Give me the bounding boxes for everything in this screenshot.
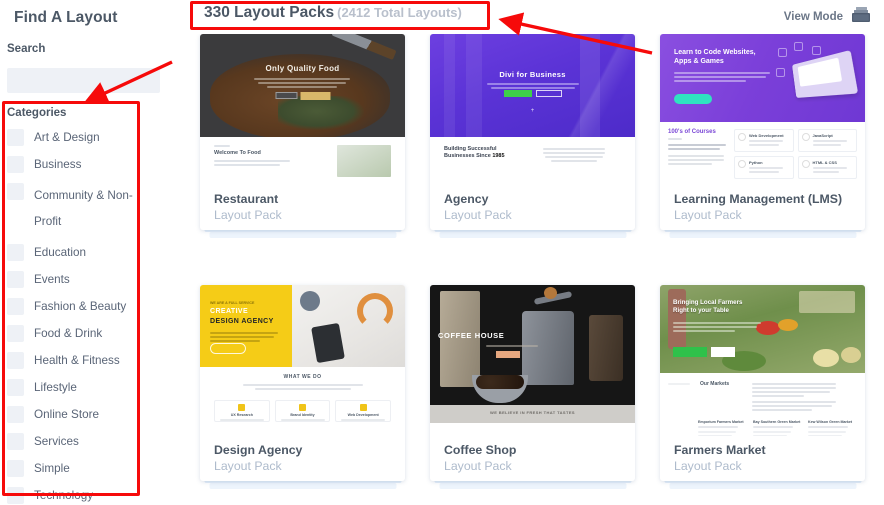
checkbox-fashion-beauty[interactable] xyxy=(7,298,24,315)
card-stack-layer xyxy=(209,232,396,238)
card-title: Agency xyxy=(444,192,489,206)
layout-pack-card-agency[interactable]: Divi for Business + Building Successful … xyxy=(430,34,635,242)
category-item-food-drink[interactable]: Food & Drink xyxy=(7,325,187,343)
checkbox-business[interactable] xyxy=(7,156,24,173)
category-label: Services xyxy=(34,435,79,448)
layout-pack-count-heading: 330 Layout Packs (2412 Total Layouts) xyxy=(204,4,462,22)
card-thumbnail: WE ARE A FULL SERVICE CREATIVE DESIGN AG… xyxy=(200,284,405,436)
card-thumbnail: COFFEE HOUSE WE BELIEVE IN FRESH THAT TA… xyxy=(430,284,635,436)
card-stack-layer xyxy=(439,482,626,489)
card-subtitle: Layout Pack xyxy=(444,208,512,222)
category-item-simple[interactable]: Simple xyxy=(7,460,187,478)
pack-count: 330 Layout Packs xyxy=(204,4,335,21)
category-label: Health & Fitness xyxy=(34,354,120,367)
layout-pack-card-design-agency[interactable]: WE ARE A FULL SERVICE CREATIVE DESIGN AG… xyxy=(200,284,405,493)
layout-pack-grid: Only Quality Food Welcome To Food Restau… xyxy=(190,34,884,505)
sidebar: Find A Layout Search Categories Art & De… xyxy=(0,0,190,505)
category-label: Business xyxy=(34,158,82,171)
card-subtitle: Layout Pack xyxy=(674,208,742,222)
card-thumbnail: Bringing Local Farmers Right to your Tabl… xyxy=(660,284,865,436)
checkbox-lifestyle[interactable] xyxy=(7,379,24,396)
category-item-education[interactable]: Education xyxy=(7,244,187,262)
checkbox-technology[interactable] xyxy=(7,487,24,504)
checkbox-events[interactable] xyxy=(7,271,24,288)
category-label: Technology xyxy=(34,489,94,502)
category-item-services[interactable]: Services xyxy=(7,433,187,451)
category-item-art-design[interactable]: Art & Design xyxy=(7,129,187,147)
card-stack-layer xyxy=(669,232,856,238)
checkbox-simple[interactable] xyxy=(7,460,24,477)
layout-pack-card-restaurant[interactable]: Only Quality Food Welcome To Food Restau… xyxy=(200,34,405,242)
category-item-health-fitness[interactable]: Health & Fitness xyxy=(7,352,187,370)
card-stack-layer xyxy=(669,482,856,489)
category-label: Events xyxy=(34,273,70,286)
card-stack-layer xyxy=(209,482,396,489)
category-label: Art & Design xyxy=(34,131,100,144)
category-label: Education xyxy=(34,246,86,259)
category-item-events[interactable]: Events xyxy=(7,271,187,289)
search-label: Search xyxy=(7,43,46,55)
categories-label: Categories xyxy=(7,107,67,119)
card-stack-layer xyxy=(439,232,626,238)
card-subtitle: Layout Pack xyxy=(444,458,512,473)
card-subtitle: Layout Pack xyxy=(214,208,282,222)
category-label: Lifestyle xyxy=(34,381,77,394)
card-thumbnail: Only Quality Food Welcome To Food xyxy=(200,34,405,185)
category-label: Simple xyxy=(34,462,70,475)
page-title: Find A Layout xyxy=(14,9,118,26)
category-item-fashion-beauty[interactable]: Fashion & Beauty xyxy=(7,298,187,316)
checkbox-online-store[interactable] xyxy=(7,406,24,423)
card-title: Coffee Shop xyxy=(444,442,517,457)
checkbox-services[interactable] xyxy=(7,433,24,450)
total-layouts: (2412 Total Layouts) xyxy=(337,5,462,20)
checkbox-health-fitness[interactable] xyxy=(7,352,24,369)
layout-pack-card-lms[interactable]: Learn to Code Websites, Apps & Games 100'… xyxy=(660,34,865,242)
checkbox-education[interactable] xyxy=(7,244,24,261)
checkbox-community-non-profit[interactable] xyxy=(7,183,24,200)
header-bar: 330 Layout Packs (2412 Total Layouts) Vie… xyxy=(190,0,884,31)
layout-browser-screen: Find A Layout Search Categories Art & De… xyxy=(0,0,884,505)
stacked-cards-icon[interactable] xyxy=(852,7,870,27)
checkbox-art-design[interactable] xyxy=(7,129,24,146)
view-mode-control[interactable]: View Mode xyxy=(784,7,870,27)
checkbox-food-drink[interactable] xyxy=(7,325,24,342)
card-subtitle: Layout Pack xyxy=(674,458,742,473)
category-item-lifestyle[interactable]: Lifestyle xyxy=(7,379,187,397)
category-label: Community & Non-Profit xyxy=(34,189,133,228)
card-title: Farmers Market xyxy=(674,442,766,457)
card-subtitle: Layout Pack xyxy=(214,458,282,473)
layout-pack-card-coffee-shop[interactable]: COFFEE HOUSE WE BELIEVE IN FRESH THAT TA… xyxy=(430,284,635,493)
category-list: Art & Design Business Community & Non-Pr… xyxy=(7,129,187,505)
card-title: Learning Management (LMS) xyxy=(674,192,843,206)
search-input[interactable] xyxy=(7,68,160,93)
category-item-technology[interactable]: Technology xyxy=(7,487,187,505)
category-label: Fashion & Beauty xyxy=(34,300,127,313)
card-title: Restaurant xyxy=(214,192,279,206)
category-item-community-non-profit[interactable]: Community & Non-Profit xyxy=(7,183,187,235)
category-label: Online Store xyxy=(34,408,99,421)
card-thumbnail: Divi for Business + Building Successful … xyxy=(430,34,635,185)
card-thumbnail: Learn to Code Websites, Apps & Games 100'… xyxy=(660,34,865,185)
view-mode-label: View Mode xyxy=(783,11,843,23)
category-label: Food & Drink xyxy=(34,327,103,340)
category-item-online-store[interactable]: Online Store xyxy=(7,406,187,424)
category-item-business[interactable]: Business xyxy=(7,156,187,174)
layout-pack-card-farmers-market[interactable]: Bringing Local Farmers Right to your Tabl… xyxy=(660,284,865,493)
card-title: Design Agency xyxy=(214,442,303,457)
